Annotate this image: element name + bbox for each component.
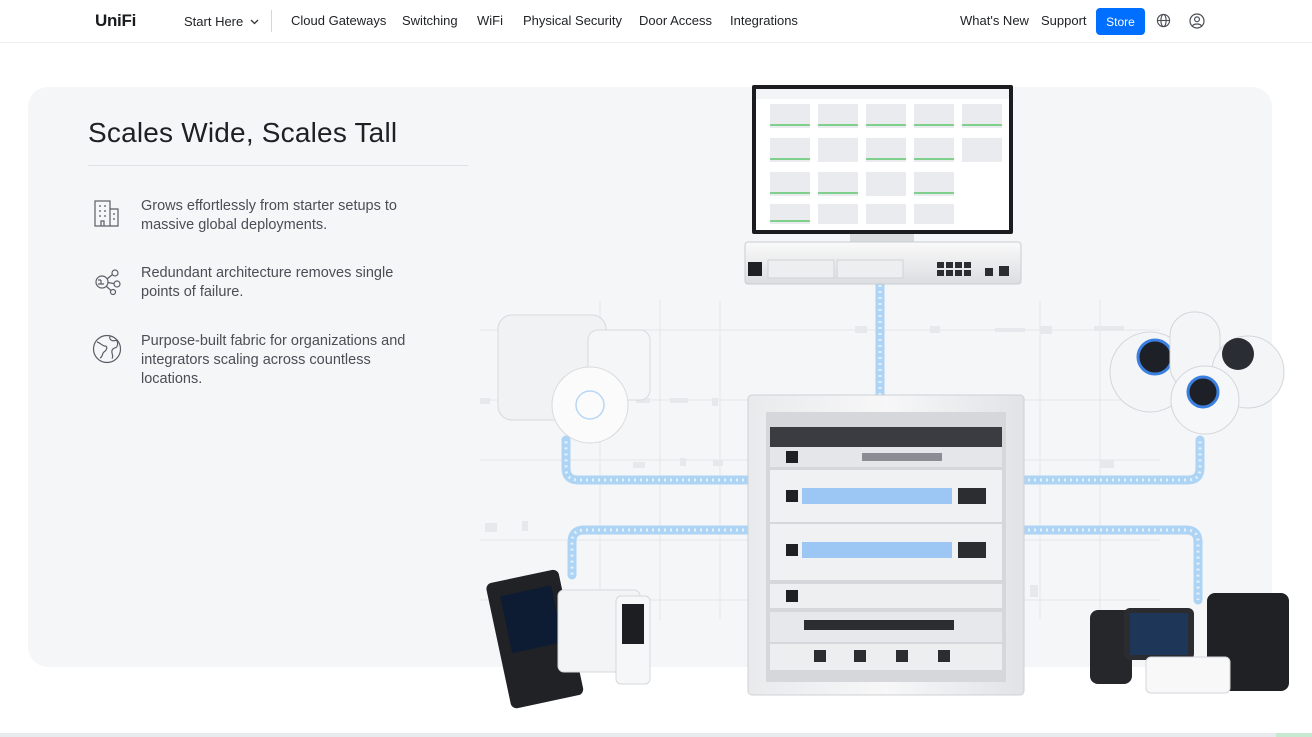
nav-whats-new[interactable]: What's New xyxy=(960,13,1029,28)
section-heading: Scales Wide, Scales Tall xyxy=(88,117,398,148)
nav-wifi[interactable]: WiFi xyxy=(477,13,503,28)
nav-divider xyxy=(271,10,272,32)
globe-icon[interactable] xyxy=(1156,13,1172,29)
nav-start-here[interactable]: Start Here xyxy=(184,13,259,29)
feature-text: Purpose-built fabric for organizations a… xyxy=(141,333,406,387)
cloud-gateway-device xyxy=(744,241,1022,285)
store-button[interactable]: Store xyxy=(1096,8,1145,35)
monitor-dashboard xyxy=(752,85,1013,242)
feature-text: Redundant architecture removes single po… xyxy=(141,265,394,300)
nav-support[interactable]: Support xyxy=(1041,13,1087,28)
page-bottom-border xyxy=(0,733,1312,737)
globe-icon xyxy=(91,332,123,364)
nav-cloud-gateways[interactable]: Cloud Gateways xyxy=(291,13,386,28)
network-illustration xyxy=(480,85,1289,709)
rack-units xyxy=(770,427,1002,670)
door-access-devices xyxy=(486,569,651,709)
user-account-icon[interactable] xyxy=(1189,13,1205,29)
top-navigation: UniFi Start Here Cloud Gateways Switchin… xyxy=(0,0,1312,43)
feature-text: Grows effortlessly from starter setups t… xyxy=(141,198,397,233)
nav-integrations[interactable]: Integrations xyxy=(730,13,798,28)
heading-divider xyxy=(88,165,468,166)
wifi-access-points xyxy=(497,314,651,444)
nav-switching[interactable]: Switching xyxy=(402,13,458,28)
nav-start-here-label: Start Here xyxy=(184,14,244,29)
nav-door-access[interactable]: Door Access xyxy=(639,13,712,28)
server-rack xyxy=(747,394,1025,696)
chevron-down-icon xyxy=(250,13,259,28)
network-nodes-icon xyxy=(91,264,123,296)
integration-devices xyxy=(1090,593,1289,694)
building-icon xyxy=(91,197,123,229)
page-bottom-accent xyxy=(1276,733,1312,737)
nav-physical-security[interactable]: Physical Security xyxy=(523,13,622,28)
unifi-logo[interactable]: UniFi xyxy=(95,11,136,31)
